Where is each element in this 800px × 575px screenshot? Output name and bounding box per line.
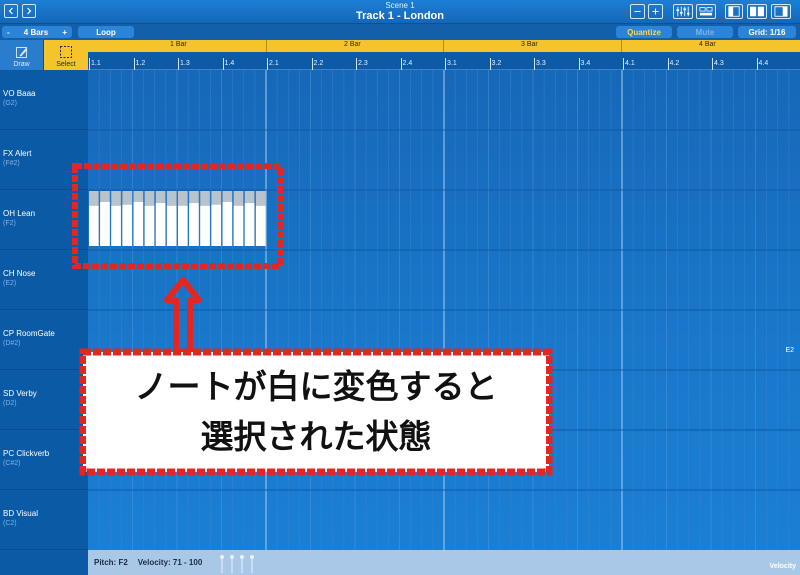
- annotation-overlay: [72, 163, 553, 476]
- note-info-bar: Pitch: F2 Velocity: 71 - 100: [94, 555, 454, 569]
- velocity-tab[interactable]: Velocity: [770, 563, 796, 570]
- bottom-spacer: [0, 550, 88, 575]
- arrow-up-icon: [164, 277, 202, 355]
- annotation-line: ノートが白に変色すると: [134, 367, 498, 406]
- pitch-readout: Pitch: F2: [94, 557, 128, 567]
- velocity-handles[interactable]: [218, 553, 258, 573]
- velocity-readout: Velocity: 71 - 100: [137, 557, 203, 567]
- selection-highlight-box: [72, 163, 283, 269]
- annotation-callout-text: ノートが白に変色すると 選択された状態: [86, 356, 546, 468]
- annotation-line: 選択された状態: [200, 417, 432, 456]
- velocity-panel[interactable]: Pitch: F2 Velocity: 71 - 100 Velocity: [88, 550, 800, 575]
